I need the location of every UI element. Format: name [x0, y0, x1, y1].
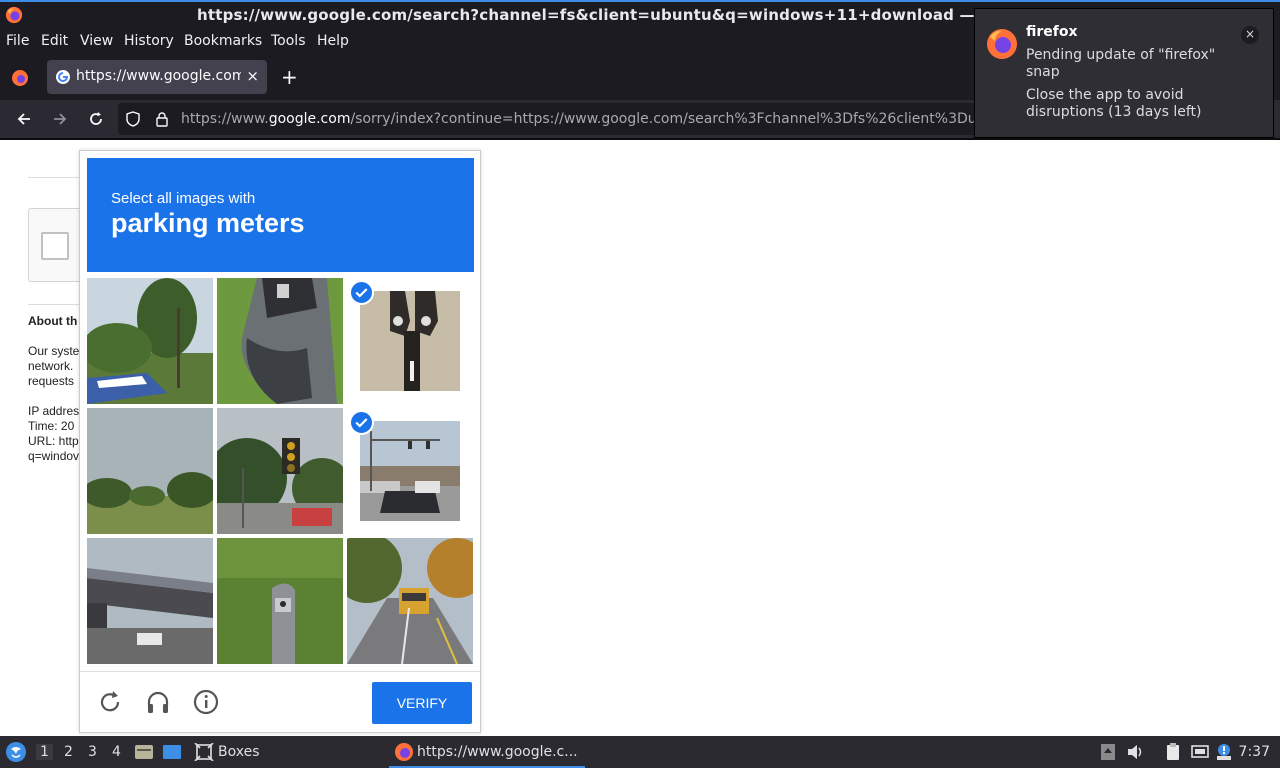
reload-challenge-icon[interactable]: [96, 688, 124, 716]
tab-close-icon[interactable]: ×: [246, 67, 259, 85]
challenge-tile[interactable]: [217, 278, 343, 404]
file-manager-icon[interactable]: [134, 743, 154, 761]
tile-image-meter-grass: [217, 538, 343, 664]
tile-image-traffic-light: [217, 408, 343, 534]
workspace-1[interactable]: 1: [36, 744, 53, 760]
back-arrow-icon[interactable]: [14, 109, 34, 129]
challenge-tile[interactable]: [217, 408, 343, 534]
boxes-label[interactable]: Boxes: [218, 744, 260, 760]
window-title: https://www.google.com/search?channel=fs…: [197, 6, 996, 24]
url-bar[interactable]: https://www.google.com/sorry/index?conti…: [118, 103, 988, 135]
tile-image-bridge: [87, 538, 213, 664]
lock-icon[interactable]: [154, 111, 170, 127]
google-favicon-icon: [56, 70, 70, 84]
info-icon[interactable]: [192, 688, 220, 716]
notification-detail: Close the app to avoid disruptions (13 d…: [1026, 87, 1202, 120]
url-line-continued[interactable]: q=windov: [28, 449, 79, 463]
tile-image-intersection: [360, 421, 460, 521]
taskbar-firefox-task[interactable]: https://www.google.c...: [389, 736, 585, 768]
firefox-view-icon[interactable]: [10, 68, 30, 88]
tile-image-double-meter: [360, 291, 460, 391]
tile-image-field: [87, 408, 213, 534]
clipboard-icon[interactable]: [1163, 743, 1183, 761]
desktop-icon[interactable]: [162, 743, 182, 761]
challenge-footer: VERIFY: [80, 671, 480, 733]
workspace-4[interactable]: 4: [112, 744, 121, 760]
tab-google-sorry[interactable]: https://www.google.com/sorry/index ×: [47, 60, 267, 94]
menu-file[interactable]: File: [6, 33, 29, 49]
menu-bookmarks[interactable]: Bookmarks: [184, 33, 262, 49]
recaptcha-checkbox[interactable]: [41, 232, 69, 260]
challenge-tile[interactable]: [87, 278, 213, 404]
workspace-3[interactable]: 3: [88, 744, 97, 760]
taskbar-clock[interactable]: 7:37: [1239, 744, 1270, 760]
challenge-tile[interactable]: [217, 538, 343, 664]
challenge-header: Select all images with parking meters: [87, 158, 474, 272]
menu-view[interactable]: View: [80, 33, 113, 49]
time-line: Time: 20: [28, 419, 75, 433]
challenge-instruction: Select all images with: [111, 190, 256, 207]
volume-icon[interactable]: [1126, 743, 1146, 761]
challenge-tile[interactable]: [87, 408, 213, 534]
update-alert-icon[interactable]: [1214, 743, 1234, 761]
notification-close-button[interactable]: ×: [1241, 26, 1259, 44]
firefox-logo-icon: [395, 743, 413, 761]
reload-icon[interactable]: [86, 109, 106, 129]
challenge-tile[interactable]: [87, 538, 213, 664]
update-notification: firefox Pending update of "firefox" snap…: [974, 8, 1274, 138]
headphones-icon[interactable]: [144, 688, 172, 716]
notification-body: Pending update of "firefox" snap: [1026, 47, 1216, 80]
about-heading: About th: [28, 314, 78, 328]
selected-check-icon: [349, 280, 374, 305]
ip-address-line: IP addres: [28, 404, 80, 418]
challenge-target: parking meters: [111, 208, 305, 238]
workspace-2[interactable]: 2: [64, 744, 73, 760]
notification-title: firefox: [1026, 24, 1078, 40]
tile-image-school-bus: [347, 538, 473, 664]
recaptcha-challenge-dialog: Select all images with parking meters VE…: [79, 150, 481, 733]
url-line[interactable]: URL: http: [28, 434, 79, 448]
menu-help[interactable]: Help: [317, 33, 349, 49]
start-menu-icon[interactable]: [5, 741, 27, 763]
menu-history[interactable]: History: [124, 33, 174, 49]
task-label: https://www.google.c...: [417, 744, 578, 760]
menu-tools[interactable]: Tools: [271, 33, 306, 49]
tile-image-tree: [87, 278, 213, 404]
keyboard-layout-icon[interactable]: [1098, 743, 1118, 761]
network-icon[interactable]: [1190, 743, 1210, 761]
firefox-logo-icon: [987, 29, 1017, 59]
verify-button[interactable]: VERIFY: [372, 682, 472, 724]
boxes-icon[interactable]: [194, 743, 214, 761]
tab-title: https://www.google.com/sorry/index: [76, 68, 241, 84]
shield-icon[interactable]: [125, 111, 141, 127]
taskbar: 1 2 3 4 Boxes https://www.google.c... 7:…: [0, 736, 1280, 768]
menu-edit[interactable]: Edit: [41, 33, 68, 49]
toolbar-divider: [0, 138, 1280, 140]
tile-image-meter-closeup: [217, 278, 343, 404]
page-paragraph-line: Our syste: [28, 344, 80, 358]
selected-check-icon: [349, 410, 374, 435]
page-paragraph-line: requests: [28, 374, 75, 388]
new-tab-button[interactable]: +: [281, 65, 298, 89]
url-text: https://www.google.com/sorry/index?conti…: [181, 111, 977, 127]
page-paragraph-line: network.: [28, 359, 74, 373]
firefox-logo-icon: [5, 6, 23, 24]
forward-arrow-icon[interactable]: [50, 109, 70, 129]
challenge-tile[interactable]: [347, 538, 473, 664]
